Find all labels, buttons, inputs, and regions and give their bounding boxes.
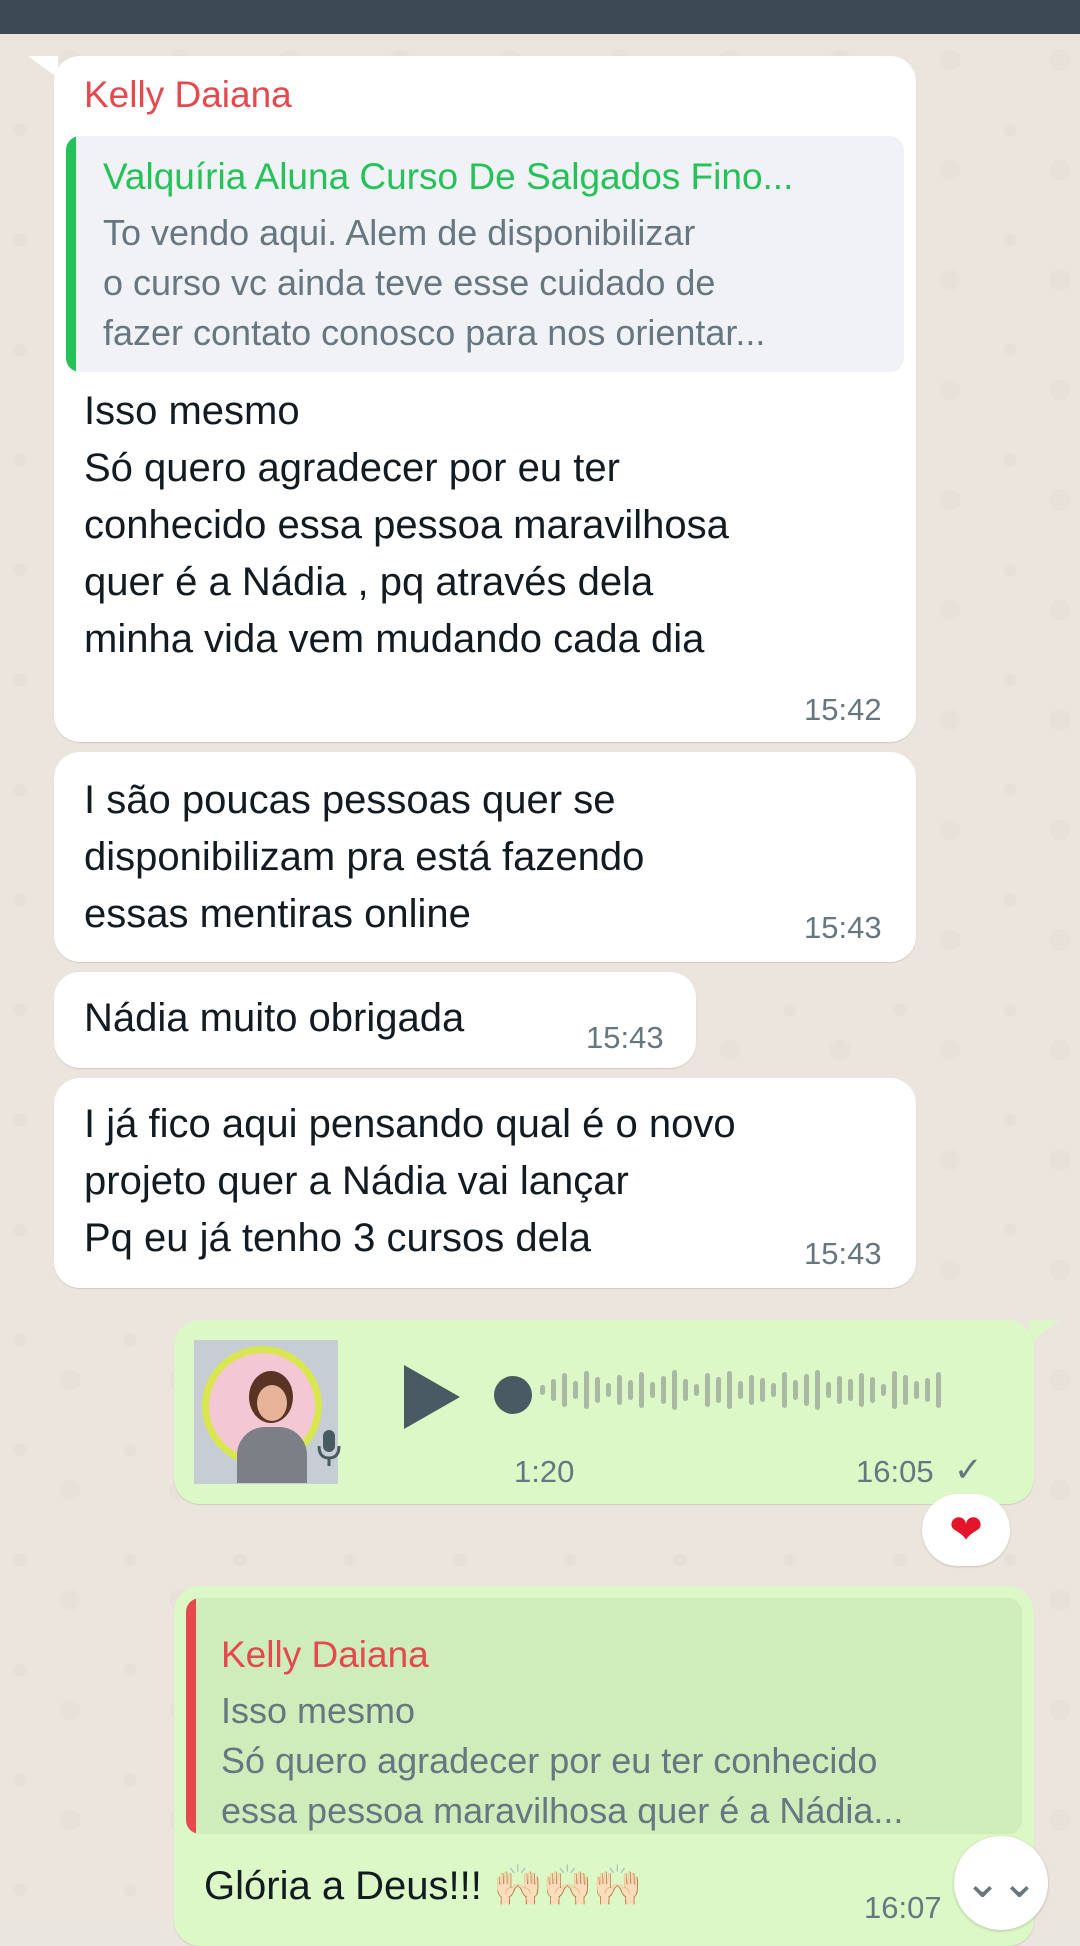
waveform-bar (826, 1382, 831, 1398)
message-time: 16:05 (856, 1454, 934, 1489)
message-time: 16:07 (864, 1890, 942, 1925)
quoted-message[interactable]: Valquíria Aluna Curso De Salgados Fino..… (66, 136, 904, 372)
message-text: I são poucas pessoas quer se disponibili… (84, 778, 645, 936)
waveform-bar (914, 1381, 919, 1399)
message-text: Glória a Deus!!! 🙌🏻🙌🏻🙌🏻 (204, 1864, 643, 1908)
waveform-bar (639, 1372, 644, 1408)
waveform-bar (672, 1370, 677, 1410)
sent-check-icon: ✓ (954, 1451, 983, 1489)
waveform-bar (804, 1374, 809, 1406)
quote-text: To vendo aqui. Alem de disponibilizar o … (103, 212, 766, 353)
incoming-message[interactable]: I são poucas pessoas quer se disponibili… (54, 752, 916, 962)
waveform-bar (760, 1378, 765, 1402)
waveform-bar (738, 1381, 743, 1399)
mic-icon (317, 1430, 341, 1466)
voice-duration: 1:20 (514, 1454, 575, 1489)
incoming-message[interactable]: Kelly Daiana Valquíria Aluna Curso De Sa… (54, 56, 916, 742)
scroll-down-icon[interactable]: ⌄⌄ (954, 1836, 1048, 1930)
bubble-tail (1030, 1320, 1060, 1342)
waveform-bar (595, 1377, 600, 1403)
sender-name: Kelly Daiana (84, 74, 292, 115)
heart-reaction[interactable]: ❤ (922, 1494, 1010, 1566)
quote-text: Isso mesmo Só quero agradecer por eu ter… (221, 1690, 904, 1831)
outgoing-message[interactable]: Kelly Daiana Isso mesmo Só quero agradec… (174, 1586, 1034, 1946)
waveform-bar (881, 1384, 886, 1396)
message-text: I já fico aqui pensando qual é o novo pr… (84, 1102, 736, 1260)
quote-accent-bar (66, 136, 76, 372)
message-time: 15:43 (804, 910, 882, 945)
audio-progress-handle[interactable] (494, 1376, 532, 1414)
waveform-bar (584, 1371, 589, 1409)
waveform-bar (903, 1375, 908, 1405)
quote-author: Kelly Daiana (221, 1634, 429, 1675)
waveform-bar (573, 1381, 578, 1399)
quoted-message[interactable]: Kelly Daiana Isso mesmo Só quero agradec… (186, 1598, 1022, 1834)
waveform-bar (793, 1380, 798, 1400)
waveform-bar (551, 1379, 556, 1401)
waveform-bar (848, 1379, 853, 1401)
waveform-bar (859, 1373, 864, 1407)
waveform-bar (815, 1370, 820, 1410)
waveform-bar (771, 1383, 776, 1397)
incoming-message[interactable]: Nádia muito obrigada 15:43 (54, 972, 696, 1068)
waveform-bar (892, 1371, 897, 1409)
waveform-bar (650, 1382, 655, 1398)
waveform-bar (540, 1385, 545, 1395)
waveform-bar (782, 1372, 787, 1408)
waveform-bar (617, 1375, 622, 1405)
play-icon[interactable] (404, 1365, 460, 1429)
waveform-bar (606, 1383, 611, 1397)
waveform-bar (562, 1373, 567, 1407)
waveform-bar (683, 1379, 688, 1401)
waveform-bar (749, 1375, 754, 1405)
waveform-bar (705, 1373, 710, 1407)
waveform-bar (727, 1371, 732, 1409)
waveform-bar (925, 1378, 930, 1402)
message-time: 15:42 (804, 692, 882, 727)
waveform-bar (936, 1372, 941, 1408)
waveform-bar (694, 1384, 699, 1396)
waveform-bar (837, 1376, 842, 1404)
message-time: 15:43 (586, 1020, 664, 1055)
message-time: 15:43 (804, 1236, 882, 1271)
chat-header[interactable] (0, 0, 1080, 34)
waveform-bar (661, 1376, 666, 1404)
message-text: Nádia muito obrigada (84, 996, 465, 1040)
incoming-message[interactable]: I já fico aqui pensando qual é o novo pr… (54, 1078, 916, 1288)
message-text: Isso mesmo Só quero agradecer por eu ter… (84, 389, 729, 661)
waveform-bar (628, 1380, 633, 1400)
audio-waveform[interactable] (540, 1370, 990, 1420)
waveform-bar (716, 1377, 721, 1403)
quote-accent-bar (186, 1598, 196, 1834)
quote-author: Valquíria Aluna Curso De Salgados Fino..… (103, 156, 794, 197)
waveform-bar (870, 1377, 875, 1403)
bubble-tail (28, 56, 58, 78)
